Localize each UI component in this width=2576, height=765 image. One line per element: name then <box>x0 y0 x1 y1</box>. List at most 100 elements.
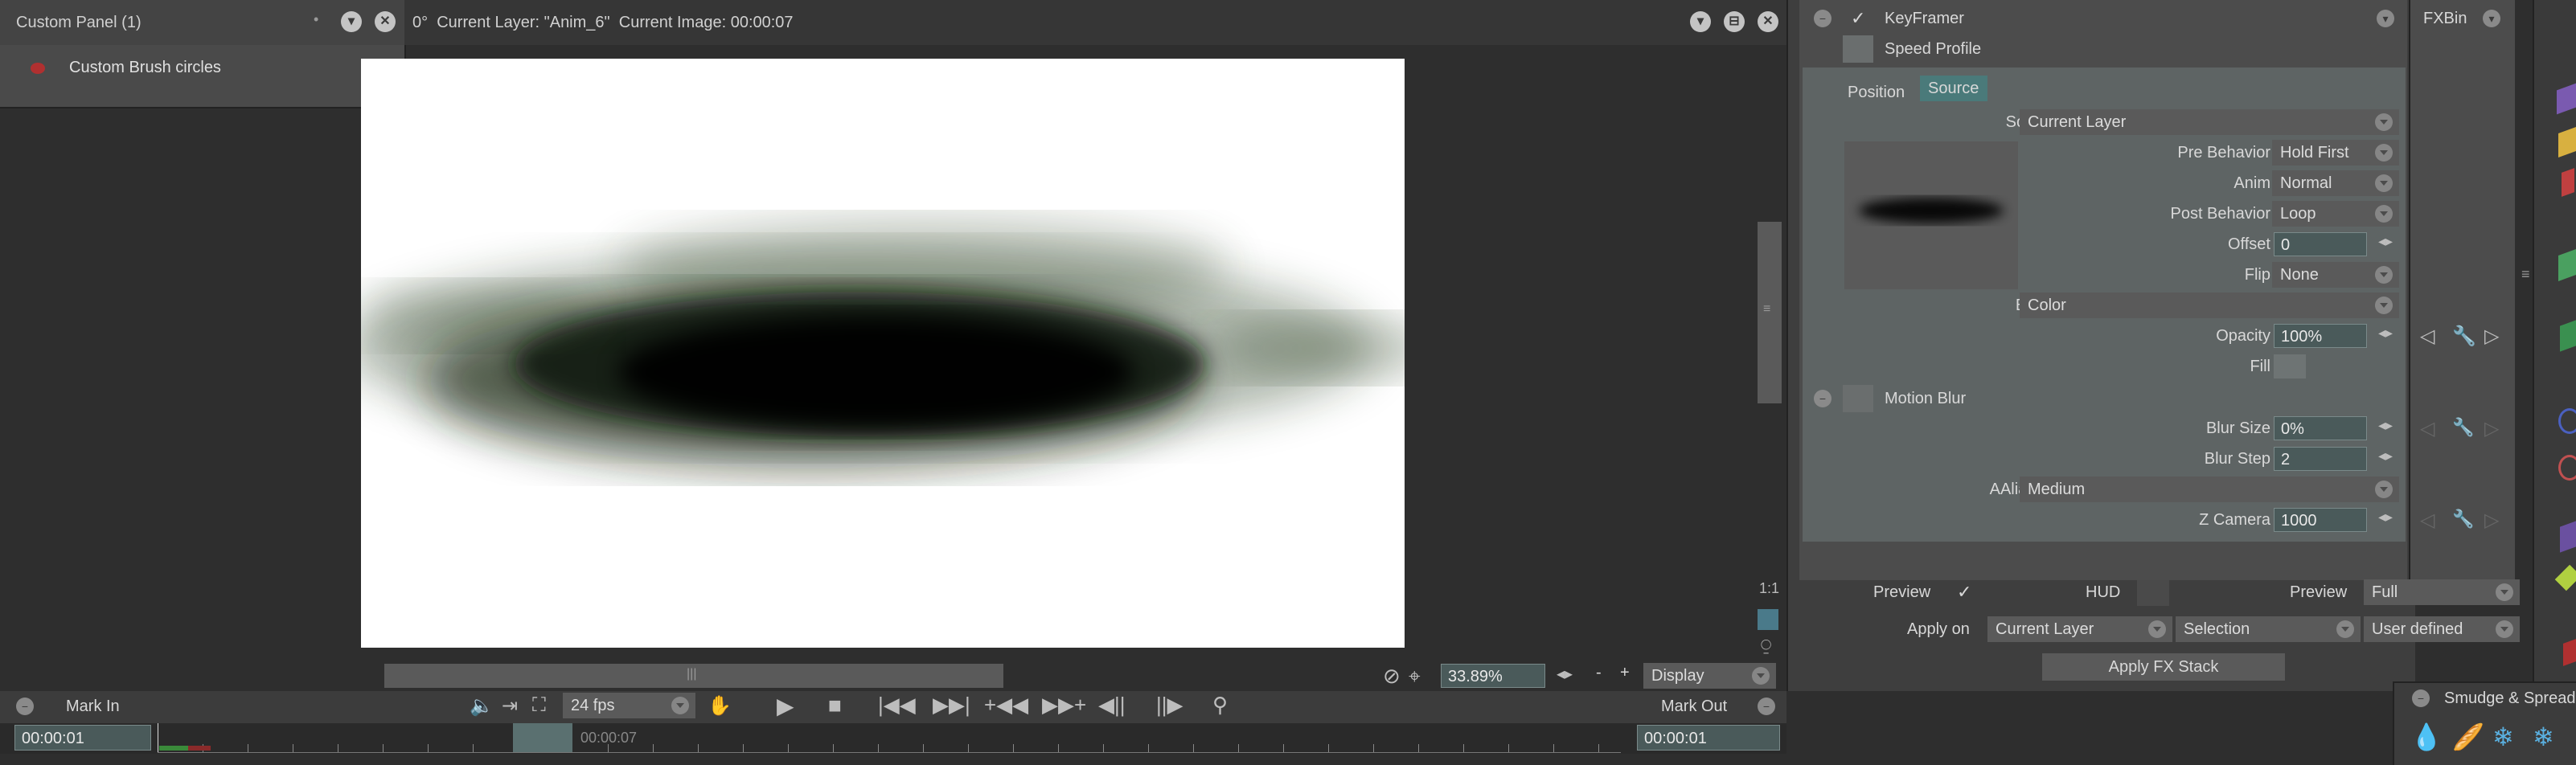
zoom-field[interactable]: 33.89% <box>1441 664 1545 688</box>
mark-out-button-icon[interactable]: − <box>1758 698 1775 715</box>
next-key-icon[interactable]: ▶▶+ <box>1042 693 1086 718</box>
blur-step-field[interactable]: 2 <box>2274 447 2367 471</box>
play-icon[interactable]: ▶ <box>777 693 794 719</box>
tab-source-label: Source <box>1928 80 1979 97</box>
pre-behavior-label: Pre Behavior <box>2177 144 2270 162</box>
zoom-arrows-icon[interactable]: ◂▸ <box>1557 664 1573 684</box>
panel-close-icon[interactable]: ✕ <box>375 11 396 32</box>
time-start-field[interactable]: 00:00:01 <box>14 725 151 751</box>
apply-fx-stack-button[interactable]: Apply FX Stack <box>2042 653 2285 681</box>
opacity-field[interactable]: 100% <box>2274 324 2367 348</box>
brush-red-circle-icon[interactable] <box>2558 455 2576 481</box>
viewport-close-icon[interactable]: ✕ <box>1758 11 1778 32</box>
brush-blue-circle-icon[interactable] <box>2558 408 2576 434</box>
mark-in-label[interactable]: Mark In <box>66 698 120 716</box>
mark-in-button-icon[interactable]: − <box>16 698 34 715</box>
opacity-stepper-icon[interactable]: ◂▸ <box>2378 325 2393 342</box>
panel-menu-icon[interactable]: ▾ <box>341 11 362 32</box>
hud-checkbox[interactable] <box>2137 580 2169 606</box>
custom-brush-item[interactable]: Custom Brush circles <box>69 59 221 77</box>
pin-dot-icon[interactable]: • <box>314 11 318 28</box>
key-prev-icon[interactable]: ◁ <box>2420 325 2434 348</box>
keyframer-menu-icon[interactable]: ▾ <box>2377 10 2394 27</box>
sound-icon[interactable]: 🔈 <box>470 694 494 718</box>
selection-select[interactable]: Selection <box>2176 616 2361 642</box>
last-frame-icon[interactable]: ▶▶| <box>933 693 970 718</box>
onion-skin-icon[interactable]: ✋ <box>708 694 732 718</box>
time-end-field[interactable]: 00:00:01 <box>1637 725 1780 751</box>
wrench-icon[interactable]: 🔧 <box>2452 325 2476 348</box>
display-select[interactable]: Display <box>1643 663 1776 689</box>
keyframer-check-icon[interactable]: ✓ <box>1851 8 1865 29</box>
offset-stepper-icon[interactable]: ◂▸ <box>2378 233 2393 250</box>
chevron-down-icon <box>2336 620 2354 638</box>
timeline-ruler[interactable]: 00:00:07 <box>158 723 1621 753</box>
anim-select[interactable]: Normal <box>2272 170 2399 196</box>
playhead[interactable] <box>513 723 572 752</box>
next-frame-icon[interactable]: ||▶ <box>1156 693 1183 718</box>
fit-icon[interactable] <box>1758 609 1778 630</box>
key-next-disabled-icon: ▷ <box>2484 418 2500 440</box>
post-behavior-select[interactable]: Loop <box>2272 201 2399 227</box>
aaliasing-select[interactable]: Medium <box>2020 477 2399 502</box>
center-icon[interactable]: ⌖ <box>1409 664 1421 689</box>
pre-behavior-select[interactable]: Hold First <box>2272 140 2399 166</box>
rotate-icon[interactable]: ⊘ <box>1383 664 1401 689</box>
zoom-plus-button[interactable]: + <box>1620 664 1630 682</box>
frame-icon[interactable]: ⛶ <box>532 694 546 717</box>
source-select[interactable]: Current Layer <box>2020 109 2399 135</box>
fill-checkbox[interactable] <box>2274 354 2306 378</box>
apply-on-select[interactable]: Current Layer <box>1987 616 2172 642</box>
tab-position[interactable]: Position <box>1848 84 1905 102</box>
viewport-header-text: 0° Current Layer: "Anim_6" Current Image… <box>412 14 794 31</box>
key-next-icon[interactable]: ▷ <box>2484 325 2499 348</box>
z-camera-field[interactable]: 1000 <box>2274 508 2367 532</box>
brush-panel-collapse-icon[interactable]: − <box>2412 689 2430 707</box>
user-defined-select[interactable]: User defined <box>2364 616 2520 642</box>
fps-select[interactable]: 24 fps <box>563 693 695 718</box>
preview-check-icon[interactable]: ✓ <box>1957 582 1971 603</box>
snowflake-icon[interactable]: ❄ <box>2492 722 2514 752</box>
location-pin-icon[interactable]: ⚲ <box>1212 693 1228 718</box>
user-defined-value: User defined <box>2372 620 2463 638</box>
prev-key-icon[interactable]: +◀◀ <box>984 693 1028 718</box>
fxbin-menu-icon[interactable]: ▾ <box>2483 10 2500 27</box>
blur-step-stepper-icon[interactable]: ◂▸ <box>2378 448 2393 464</box>
stop-icon[interactable]: ■ <box>828 693 842 718</box>
water-drop-icon[interactable]: 💧 <box>2410 722 2443 752</box>
blur-size-stepper-icon[interactable]: ◂▸ <box>2378 417 2393 434</box>
mark-out-label[interactable]: Mark Out <box>1661 698 1727 716</box>
motion-blur-collapse-icon[interactable]: − <box>1814 390 1832 407</box>
viewport-maximize-icon[interactable]: ⊟ <box>1724 11 1745 32</box>
speed-profile-checkbox[interactable] <box>1843 35 1873 63</box>
first-frame-icon[interactable]: |◀◀ <box>878 693 916 718</box>
bread-icon[interactable]: 🥖 <box>2452 722 2484 752</box>
viewport-hscroll[interactable]: ||| <box>384 664 1003 688</box>
zoom-minus-button[interactable]: - <box>1596 664 1602 682</box>
canvas[interactable] <box>361 59 1405 648</box>
opacity-label: Opacity <box>2216 327 2270 345</box>
keyframer-collapse-icon[interactable]: − <box>1814 10 1832 27</box>
preview-mode-select[interactable]: Full <box>2364 579 2520 605</box>
wrench-disabled-icon: 🔧 <box>2452 417 2475 437</box>
reset-rotation-icon[interactable]: ⍜ <box>1761 635 1771 656</box>
blur-size-field[interactable]: 0% <box>2274 416 2367 440</box>
blend-select[interactable]: Color <box>2020 292 2399 318</box>
viewport-menu-icon[interactable]: ▾ <box>1690 11 1711 32</box>
timeline-track[interactable]: 00:00:01 00:00:07 00:00:01 <box>0 723 1786 754</box>
selection-value: Selection <box>2184 620 2250 638</box>
prev-frame-icon[interactable]: ◀|| <box>1098 693 1126 718</box>
offset-field[interactable]: 0 <box>2274 232 2367 256</box>
viewport-vscroll[interactable]: ≡ <box>1758 222 1782 403</box>
z-camera-stepper-icon[interactable]: ◂▸ <box>2378 509 2393 526</box>
flip-select[interactable]: None <box>2272 262 2399 288</box>
brush-red2-icon[interactable] <box>2563 639 2576 666</box>
tab-source[interactable]: Source <box>1920 76 1987 101</box>
motion-blur-checkbox[interactable] <box>1843 385 1873 412</box>
ratio-icon[interactable]: 1:1 <box>1759 580 1779 597</box>
brush-red-icon[interactable] <box>2562 168 2574 197</box>
loop-arrow-icon[interactable]: ⇥ <box>502 694 518 718</box>
preview-mode-value: Full <box>2372 583 2398 601</box>
snowflake2-icon[interactable]: ❄ <box>2533 722 2554 752</box>
flip-label: Flip <box>2244 266 2270 284</box>
